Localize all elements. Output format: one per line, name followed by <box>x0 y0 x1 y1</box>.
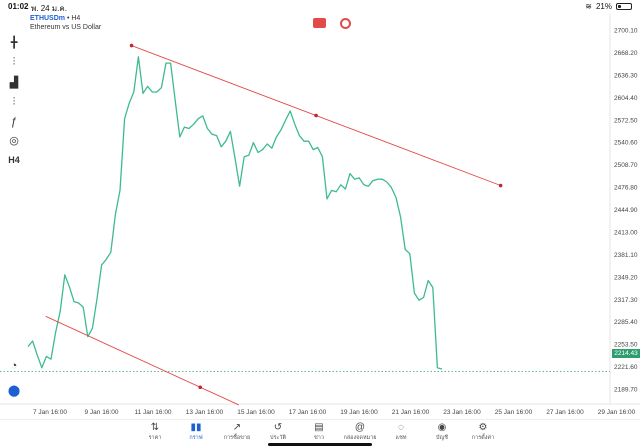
tab-settings-label: การตั้งค่า <box>471 435 495 441</box>
indicators-icon[interactable]: ⫶ <box>6 54 22 70</box>
time-tick-label: 29 Jan 16:00 <box>598 409 636 416</box>
time-tick-label: 11 Jan 16:00 <box>134 409 171 416</box>
tab-chart-icon: ▮▮ <box>190 422 202 433</box>
price-tick-label: 2636.30 <box>614 72 638 79</box>
bars-icon[interactable]: ▟ <box>6 74 22 90</box>
status-time: 01:02 <box>8 2 29 11</box>
tab-chat[interactable]: ◌ แชท <box>381 420 421 447</box>
price-tick-label: 2317.30 <box>614 297 638 304</box>
trendline-1 <box>45 315 240 406</box>
price-tick-label: 2189.70 <box>614 387 638 394</box>
shapes-icon[interactable]: ◎ <box>6 132 22 148</box>
trendline-anchor <box>129 43 134 48</box>
tab-quotes-label: ราคา <box>148 435 162 441</box>
tab-chat-icon: ◌ <box>398 422 404 433</box>
battery-percent: 21% <box>595 2 612 11</box>
tab-settings-icon: ⚙ <box>478 422 488 433</box>
function-icon[interactable]: ƒ <box>6 114 22 130</box>
price-tick-label: 2700.10 <box>614 28 638 35</box>
crosshair-icon[interactable]: ╋ <box>6 34 22 50</box>
price-tick-label: 2349.20 <box>614 274 638 281</box>
buy-button[interactable] <box>340 18 351 29</box>
time-tick-label: 15 Jan 16:00 <box>237 409 275 416</box>
time-tick-label: 27 Jan 16:00 <box>546 409 584 416</box>
price-tick-label: 2413.00 <box>614 229 638 236</box>
price-chart[interactable]: 2700.10 2668.20 2636.30 2604.40 2572.50 2540.… <box>0 14 640 419</box>
sell-button[interactable] <box>313 18 326 28</box>
tab-account[interactable]: ◉ บัญชี <box>422 420 462 447</box>
wifi-icon: ≋ <box>585 2 592 11</box>
quick-trade-icon[interactable]: ◔ <box>6 358 22 374</box>
chart-area[interactable]: 2700.10 2668.20 2636.30 2604.40 2572.50 2540.… <box>0 14 640 419</box>
time-tick-label: 17 Jan 16:00 <box>289 409 327 416</box>
tab-account-icon: ◉ <box>437 422 447 433</box>
tab-trade[interactable]: ↗ การซื้อขาย <box>217 420 257 447</box>
left-toolbar: ╋ ⫶ ▟ ⫶ ƒ ◎ H4 <box>0 14 28 409</box>
time-tick-label: 19 Jan 16:00 <box>340 409 378 416</box>
price-tick-label: 2381.10 <box>614 252 638 259</box>
home-indicator[interactable] <box>268 443 372 446</box>
price-tick-label: 2540.60 <box>614 140 638 147</box>
price-tick-label: 2572.50 <box>614 117 638 124</box>
price-tick-label: 2668.20 <box>614 50 638 57</box>
symbol-timeframe: H4 <box>71 15 81 22</box>
tab-mailbox-icon: @ <box>354 422 366 433</box>
price-tick-label: 2253.50 <box>614 342 638 349</box>
tab-history-label: ประวัติ <box>269 435 287 441</box>
tab-history-icon: ↺ <box>273 422 283 433</box>
tab-quotes[interactable]: ⇅ ราคา <box>135 420 175 447</box>
tab-mailbox-label: กล่องจดหมาย <box>343 435 377 441</box>
time-tick-label: 13 Jan 16:00 <box>186 409 224 416</box>
price-tick-label: 2604.40 <box>614 95 638 102</box>
price-tick-label: 2221.60 <box>614 364 638 371</box>
time-tick-label: 9 Jan 16:00 <box>85 409 119 416</box>
status-right: ≋ 21% <box>585 2 632 11</box>
tab-chat-label: แชท <box>395 435 407 441</box>
price-tick-label: 2508.70 <box>614 162 638 169</box>
battery-icon <box>616 3 632 10</box>
tab-chart-label: กราฟ <box>189 435 203 441</box>
time-tick-label: 23 Jan 16:00 <box>443 409 481 416</box>
price-tick-label: 2285.40 <box>614 319 638 326</box>
time-tick-label: 7 Jan 16:00 <box>33 409 67 416</box>
current-price-label: 2214.43 <box>612 349 640 358</box>
tab-news-label: ข่าว <box>314 435 324 441</box>
tab-news-icon: ▤ <box>314 422 324 433</box>
symbol-description: Ethereum vs US Dollar <box>30 24 102 31</box>
symbol-header: ETHUSDm • H4 Ethereum vs US Dollar <box>30 15 102 31</box>
tab-trade-icon: ↗ <box>232 422 242 433</box>
one-click-icon[interactable]: ⬤ <box>6 382 22 398</box>
timeframe-label[interactable]: H4 <box>6 152 22 168</box>
time-tick-label: 21 Jan 16:00 <box>392 409 430 416</box>
tab-chart[interactable]: ▮▮ กราฟ <box>176 420 216 447</box>
chart-type-icon[interactable]: ⫶ <box>6 94 22 110</box>
price-series-line <box>27 56 443 370</box>
symbol-name[interactable]: ETHUSDm <box>30 15 65 22</box>
time-tick-label: 25 Jan 16:00 <box>495 409 533 416</box>
price-tick-label: 2444.90 <box>614 207 638 214</box>
tab-settings[interactable]: ⚙ การตั้งค่า <box>463 420 503 447</box>
trendline-anchor <box>498 183 503 188</box>
trendline-anchor <box>198 385 203 390</box>
tab-account-label: บัญชี <box>436 435 448 441</box>
price-tick-label: 2476.80 <box>614 185 638 192</box>
tab-trade-label: การซื้อขาย <box>223 435 251 441</box>
status-bar: 01:02 พ. 24 ม.ค. ≋ 21% <box>0 0 640 14</box>
trendline-anchor <box>314 113 318 118</box>
tab-quotes-icon: ⇅ <box>150 422 160 433</box>
